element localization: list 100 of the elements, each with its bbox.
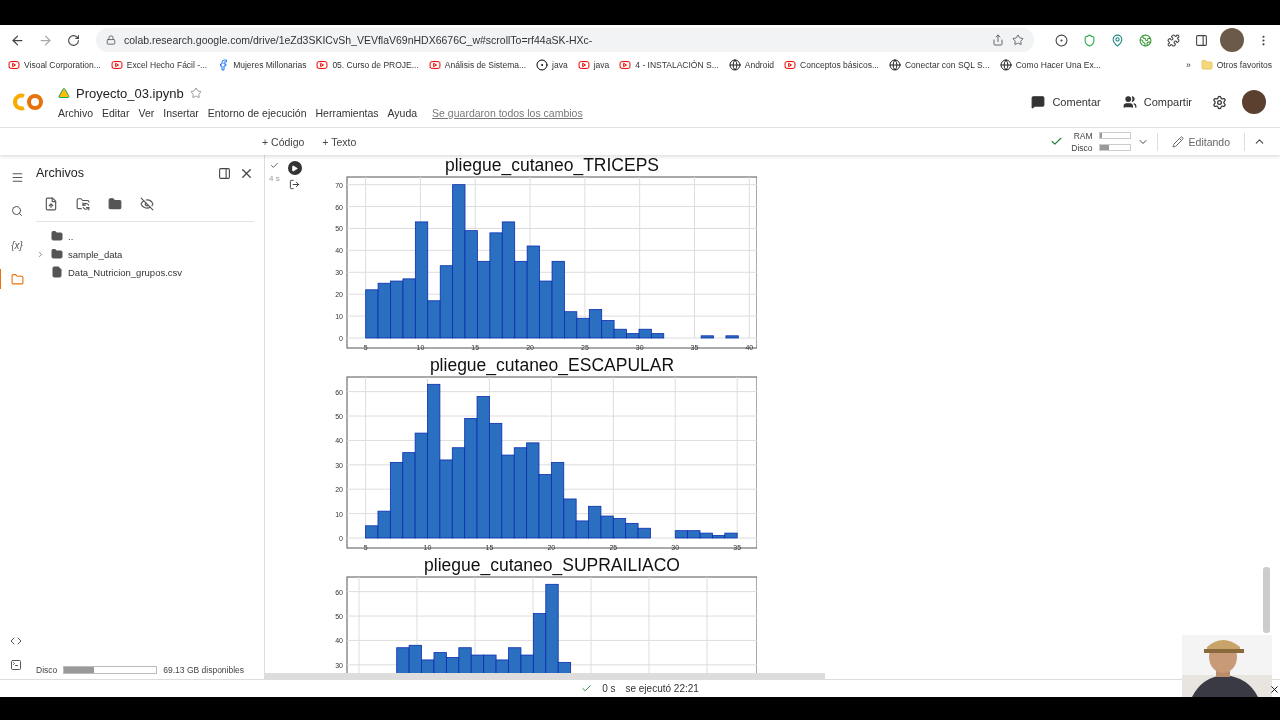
menu-item[interactable]: Insertar bbox=[163, 106, 199, 119]
scrollbar[interactable] bbox=[1263, 567, 1270, 633]
edit-mode-button[interactable]: Editando bbox=[1165, 134, 1236, 149]
share-button[interactable]: Compartir bbox=[1118, 91, 1196, 113]
histogram-bar bbox=[700, 335, 714, 339]
settings-icon[interactable] bbox=[1211, 94, 1227, 110]
scrollbar[interactable] bbox=[265, 673, 825, 679]
file-row[interactable]: Data_Nutricion_grupos.csv bbox=[36, 264, 254, 280]
puzzle-icon[interactable] bbox=[1166, 33, 1180, 47]
folder-icon bbox=[51, 248, 63, 260]
avatar[interactable] bbox=[1220, 28, 1244, 52]
panel-title: Archivos bbox=[36, 166, 85, 180]
lock-icon bbox=[106, 35, 116, 45]
file-row[interactable]: sample_data bbox=[36, 246, 254, 262]
avatar[interactable] bbox=[1242, 90, 1266, 114]
histogram-bar bbox=[687, 530, 701, 539]
star-icon[interactable] bbox=[1012, 34, 1024, 46]
bookmark[interactable]: Análisis de Sistema... bbox=[428, 59, 527, 71]
globe-icon bbox=[888, 59, 901, 71]
bookmark[interactable]: Android bbox=[728, 59, 775, 71]
menu-item[interactable]: Editar bbox=[102, 106, 130, 119]
drive-folder-icon[interactable] bbox=[108, 197, 122, 211]
bookmark-folder[interactable]: Otros favoritos bbox=[1200, 59, 1272, 71]
menu-icon[interactable] bbox=[10, 170, 24, 184]
bookmark[interactable]: Conceptos básicos... bbox=[784, 59, 879, 71]
bookmark[interactable]: Como Hacer Una Ex... bbox=[999, 59, 1101, 71]
menu-item[interactable]: Archivo bbox=[58, 106, 93, 119]
meter-label: Disco bbox=[1070, 142, 1093, 153]
bookmark[interactable]: java bbox=[536, 59, 568, 71]
share-icon[interactable] bbox=[992, 34, 1004, 46]
menu-item[interactable]: Ver bbox=[138, 106, 155, 119]
chart-title: pliegue_cutaneo_ESCAPULAR bbox=[428, 355, 676, 375]
bookmark[interactable]: 4 - INSTALACIÓN S... bbox=[619, 59, 719, 71]
colab-logo[interactable] bbox=[12, 92, 44, 112]
video-play-icon bbox=[8, 59, 20, 71]
globe-icon bbox=[728, 59, 741, 71]
histogram-bar bbox=[674, 530, 689, 539]
save-status-link[interactable]: Se guardaron todos los cambios bbox=[432, 106, 583, 119]
caret-icon[interactable] bbox=[36, 249, 45, 259]
bookmark[interactable]: Mujeres Millonarias bbox=[217, 59, 307, 71]
disk-free-text: 69.13 GB disponibles bbox=[163, 665, 245, 675]
folder-icon bbox=[1200, 59, 1213, 71]
folder-icon[interactable] bbox=[10, 272, 24, 286]
address-bar[interactable]: colab.research.google.com/drive/1eZd3SKICvSh_VEVflaV69nHDX6676C_w#scrollTo=rf44aSK-HXc- bbox=[96, 28, 1034, 52]
histogram-bar bbox=[377, 282, 391, 339]
bookmark[interactable]: Excel Hecho Fácil -... bbox=[110, 59, 208, 71]
histogram-bar bbox=[625, 522, 639, 539]
star-icon[interactable] bbox=[189, 87, 202, 99]
shield-icon[interactable] bbox=[1082, 33, 1096, 47]
refresh-folder-icon[interactable] bbox=[76, 197, 90, 211]
file-row[interactable]: .. bbox=[36, 228, 254, 244]
video-play-icon bbox=[577, 59, 590, 71]
video-play-icon bbox=[619, 59, 632, 71]
check-icon bbox=[269, 161, 279, 170]
menu-item[interactable]: Herramientas bbox=[315, 106, 379, 119]
comment-icon bbox=[1031, 95, 1046, 109]
terminal-icon[interactable] bbox=[10, 659, 22, 671]
file-icon bbox=[51, 266, 63, 278]
histogram-bar bbox=[470, 654, 485, 673]
pin-icon[interactable] bbox=[1110, 33, 1124, 47]
upload-icon[interactable] bbox=[44, 197, 58, 211]
add-cell-button[interactable]: + Texto bbox=[316, 132, 363, 151]
histogram-bar bbox=[576, 317, 590, 339]
bookmark[interactable]: Conectar con SQL S... bbox=[888, 59, 990, 71]
duration-text: 0 s bbox=[602, 683, 616, 694]
globe-icon[interactable] bbox=[1138, 33, 1152, 47]
eye-off-icon[interactable] bbox=[140, 197, 154, 211]
bookmark[interactable]: java bbox=[577, 59, 610, 71]
add-cell-button[interactable]: + Código bbox=[256, 132, 311, 151]
side-panel-icon[interactable] bbox=[1194, 33, 1208, 47]
ring-logo-icon bbox=[536, 59, 549, 71]
histogram-bar bbox=[637, 527, 651, 539]
check-icon bbox=[1049, 135, 1063, 148]
comment-button[interactable]: Comentar bbox=[1027, 91, 1105, 113]
reload-icon[interactable] bbox=[66, 33, 80, 47]
folder-up-icon bbox=[51, 230, 63, 242]
bookmark[interactable]: 05. Curso de PROJE... bbox=[316, 59, 419, 71]
url-text: colab.research.google.com/drive/1eZd3SKICvSh_VEVflaV69nHDX6676C_w#scrollTo=rf44aSK-HXc- bbox=[124, 34, 594, 46]
run-button[interactable] bbox=[287, 161, 302, 175]
extension-icon[interactable] bbox=[1054, 33, 1068, 47]
search-icon[interactable] bbox=[11, 205, 23, 217]
notebook-title[interactable]: Proyecto_03.ipynb bbox=[76, 85, 184, 101]
back-icon[interactable] bbox=[9, 32, 25, 48]
close-icon[interactable] bbox=[1269, 684, 1280, 695]
drive-icon bbox=[58, 87, 70, 99]
bookmark[interactable]: Visoal Corporation... bbox=[8, 59, 101, 71]
disk-label: Disco bbox=[36, 665, 58, 675]
open-tab-icon[interactable] bbox=[218, 166, 231, 180]
chart-title: pliegue_cutaneo_TRICEPS bbox=[444, 155, 660, 175]
more-bookmarks[interactable]: » bbox=[1186, 60, 1191, 70]
menu-item[interactable]: Entorno de ejecución bbox=[207, 106, 307, 119]
histogram-bar bbox=[390, 280, 404, 339]
output-icon[interactable] bbox=[289, 179, 301, 190]
video-play-icon bbox=[316, 59, 329, 71]
check-icon bbox=[581, 683, 593, 694]
variables-icon[interactable]: {x} bbox=[11, 239, 23, 251]
menu-item[interactable]: Ayuda bbox=[387, 106, 418, 119]
code-icon[interactable] bbox=[10, 635, 22, 647]
f-logo-icon bbox=[217, 59, 230, 71]
pencil-icon bbox=[1171, 135, 1184, 148]
